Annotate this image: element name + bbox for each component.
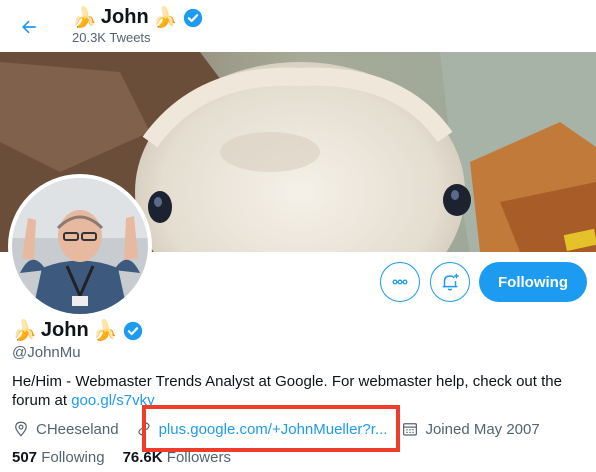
avatar[interactable] [8,174,152,318]
banana-emoji: 🍌 [92,320,118,342]
profile-handle: @JohnMu [12,344,81,361]
header-name: John [100,6,149,28]
banana-emoji: 🍌 [72,7,97,29]
location-pin-icon [15,421,27,437]
back-arrow-icon [22,20,36,34]
more-options-button[interactable] [380,262,420,302]
following-stat[interactable]: 507 Following [12,449,105,466]
header-title: 🍌 John 🍌 [72,5,204,30]
profile-name: 🍌 John 🍌 [12,318,144,343]
follow-stats: 507 Following 76.6K Followers [12,449,231,466]
notifications-button[interactable] [430,262,470,302]
followers-count: 76.6K [122,449,163,466]
following-label: Following [41,449,105,466]
following-count: 507 [12,449,38,466]
avatar-image [12,178,148,314]
verified-badge-icon [183,8,202,27]
tweet-count: 20.3K Tweets [72,30,151,45]
following-button[interactable]: Following [479,262,587,302]
verified-badge-icon [123,321,142,340]
more-options-icon [392,279,408,285]
followers-stat[interactable]: 76.6K Followers [123,449,231,466]
joined-text: Joined May 2007 [425,420,540,438]
location: CHeeseland [12,420,119,438]
notification-bell-icon [442,273,459,291]
followers-label: Followers [166,449,231,466]
location-text: CHeeseland [36,420,119,438]
display-name: John [40,319,89,341]
back-button[interactable] [12,10,46,44]
joined-date: Joined May 2007 [401,420,540,438]
calendar-icon [403,423,418,436]
banana-emoji: 🍌 [12,320,37,342]
highlight-box [142,405,400,452]
profile-header: 🍌 John 🍌 20.3K Tweets [0,0,596,52]
banana-emoji: 🍌 [152,7,178,29]
